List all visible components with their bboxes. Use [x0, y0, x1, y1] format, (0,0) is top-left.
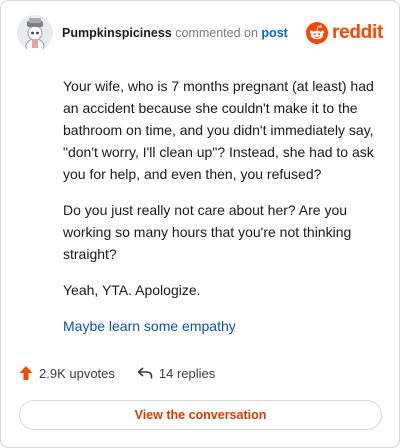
- action-text: commented on: [175, 26, 258, 40]
- reddit-snoo-icon: [306, 22, 329, 44]
- comment-paragraph: Do you just really not care about her? A…: [63, 202, 352, 262]
- reddit-logo[interactable]: reddit: [306, 22, 383, 44]
- comment-meta: Pumpkinspiciness commented on post: [62, 26, 306, 40]
- user-avatar[interactable]: [17, 15, 53, 51]
- comment-body: Your wife, who is 7 months pregnant (at …: [63, 75, 379, 351]
- comment-stats: 2.9K upvotes 14 replies: [19, 365, 215, 381]
- embed-card: Pumpkinspiciness commented on post reddi…: [0, 0, 400, 448]
- comment-link[interactable]: Maybe learn some empathy: [63, 318, 236, 334]
- username-link[interactable]: Pumpkinspiciness: [62, 26, 172, 40]
- view-conversation-button[interactable]: View the conversation: [19, 400, 382, 430]
- post-link[interactable]: post: [261, 26, 287, 40]
- upvotes-count: 2.9K upvotes: [39, 365, 115, 381]
- upvotes-stat[interactable]: 2.9K upvotes: [19, 365, 115, 381]
- reddit-wordmark: reddit: [332, 22, 383, 43]
- reply-arrow-icon: [137, 367, 153, 379]
- replies-count: 14 replies: [158, 365, 216, 381]
- comment-paragraph: Yeah, YTA. Apologize.: [63, 282, 201, 298]
- upvote-arrow-icon: [19, 366, 33, 380]
- comment-header: Pumpkinspiciness commented on post reddi…: [17, 15, 383, 51]
- comment-paragraph: Your wife, who is 7 months pregnant (at …: [63, 78, 374, 182]
- replies-stat[interactable]: 14 replies: [137, 366, 215, 381]
